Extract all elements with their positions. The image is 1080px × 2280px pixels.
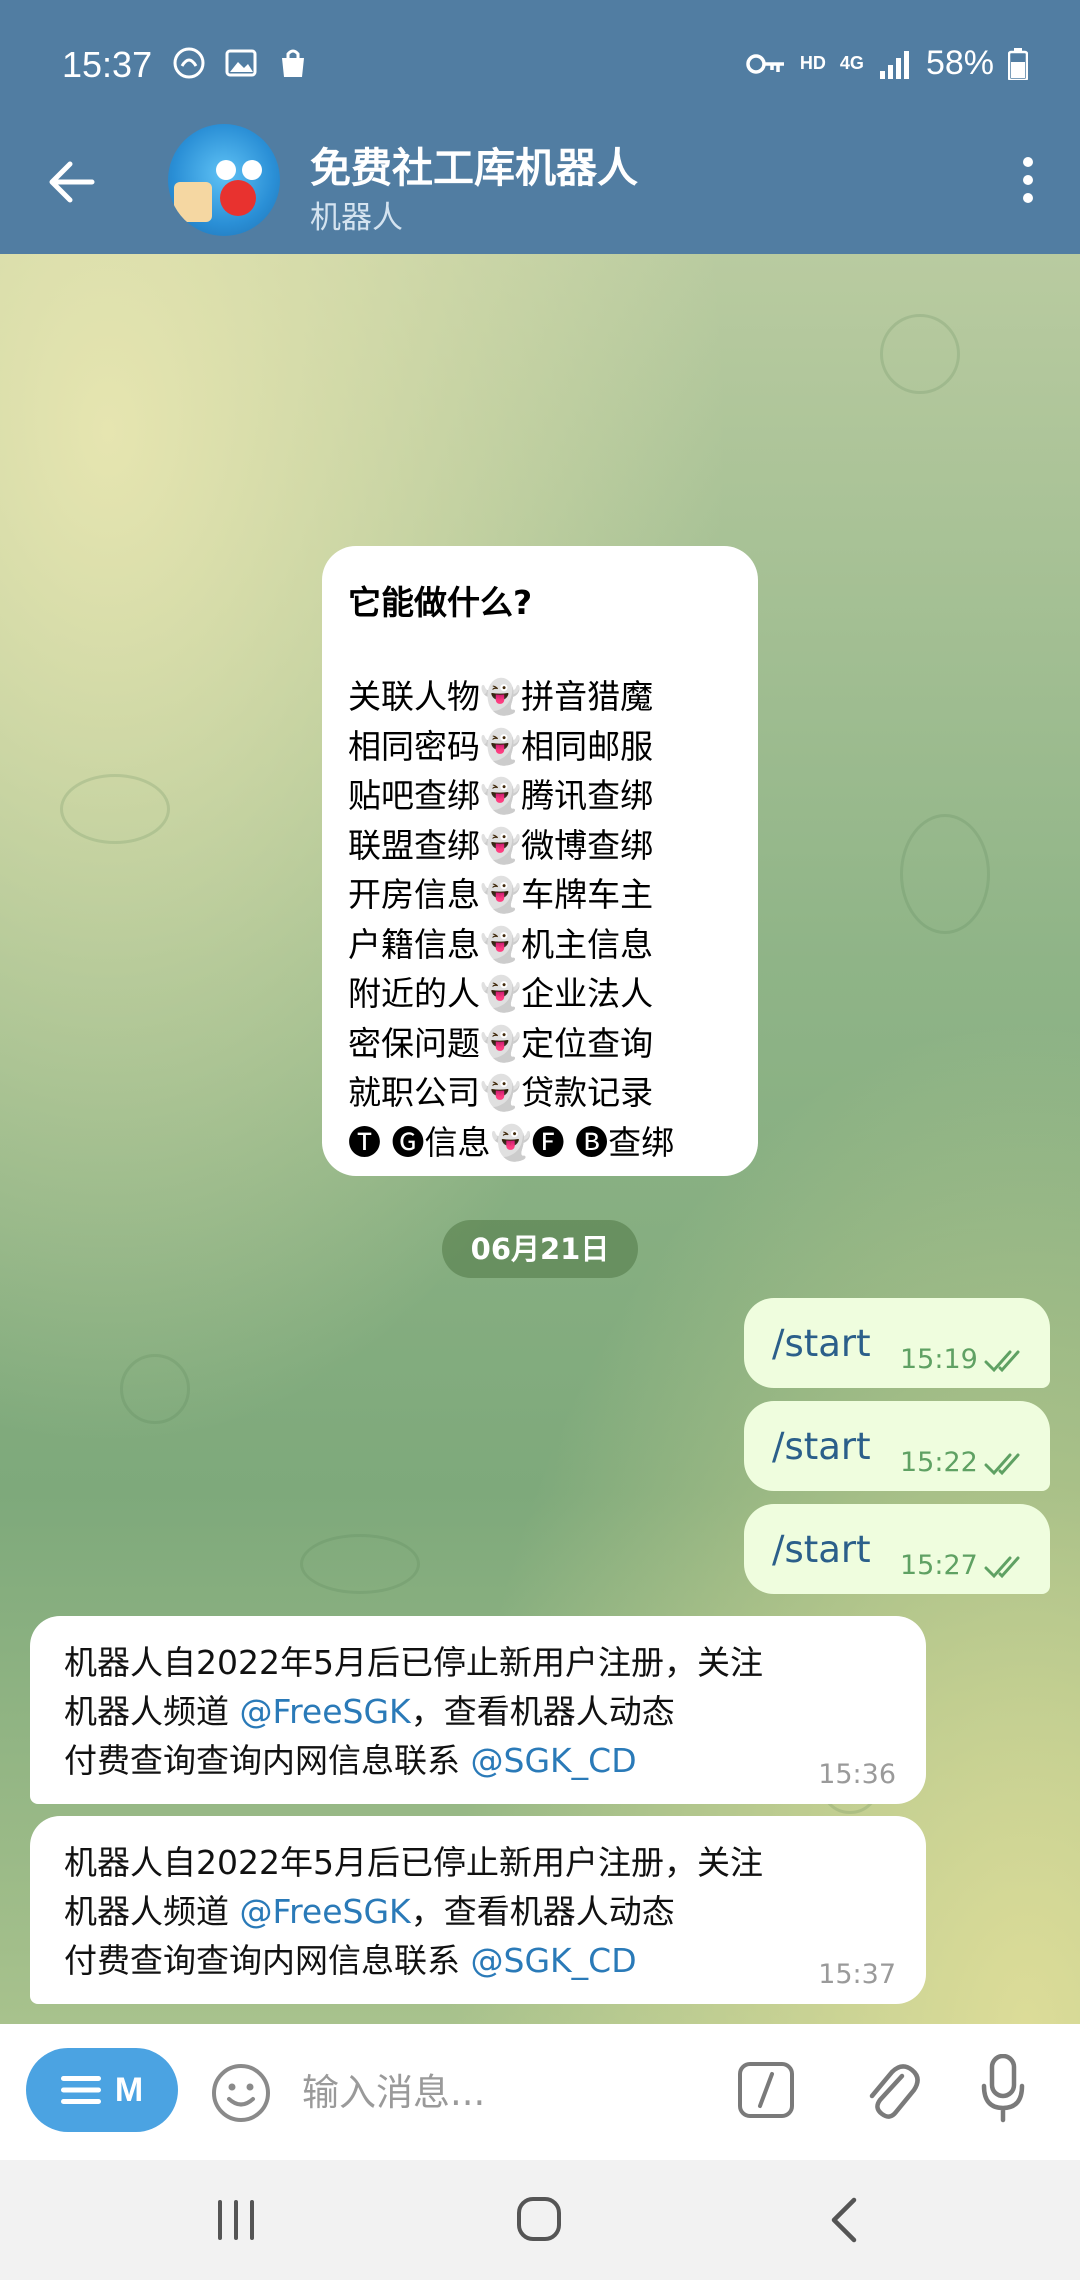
status-time: 15:37 — [62, 44, 153, 85]
message-time: 15:37 — [818, 1959, 896, 1990]
vpn-key-icon — [746, 53, 784, 74]
bot-menu-button[interactable]: M — [26, 2048, 178, 2132]
info-card-line: 贴吧查绑👻腾讯查绑 — [348, 776, 654, 815]
incoming-message[interactable]: 机器人自2022年5月后已停止新用户注册，关注 机器人频道 @FreeSGK，查… — [30, 1816, 926, 2004]
chat-title[interactable]: 免费社工库机器人 — [310, 134, 638, 194]
outgoing-message[interactable]: /start 15:19 — [744, 1298, 1050, 1388]
chat-header: 免费社工库机器人 机器人 — [0, 106, 1080, 254]
app-notification-icon — [173, 47, 205, 79]
home-icon[interactable] — [514, 2194, 564, 2244]
hd-label: HD — [799, 53, 826, 73]
channel-link[interactable]: @FreeSGK — [240, 1892, 411, 1931]
gallery-notification-icon — [225, 49, 257, 77]
message-time: 15:27 — [900, 1550, 978, 1581]
more-options-icon[interactable] — [1022, 156, 1034, 204]
message-time: 15:36 — [818, 1759, 896, 1790]
battery-percent: 58% — [925, 44, 994, 82]
network-label: 4G — [839, 53, 864, 73]
message-text: ，查看机器人动态 — [410, 1892, 675, 1931]
outgoing-message[interactable]: /start 15:27 — [744, 1504, 1050, 1594]
bot-info-card: 它能做什么? 关联人物👻拼音猎魔 相同密码👻相同邮服 贴吧查绑👻腾讯查绑 联盟查… — [322, 546, 758, 1176]
info-card-line: 🅣 🅖信息👻🅕 🅑查绑 — [348, 1122, 675, 1162]
message-line: 机器人频道 @FreeSGK，查看机器人动态 — [64, 1687, 892, 1736]
channel-link[interactable]: @FreeSGK — [240, 1692, 411, 1731]
wallpaper-doodle — [900, 814, 990, 934]
read-checkmarks-icon — [984, 1453, 1020, 1476]
message-text[interactable]: /start — [772, 1528, 871, 1571]
wallpaper-doodle — [300, 1534, 420, 1594]
battery-icon — [1008, 47, 1028, 80]
menu-label: M — [114, 2070, 144, 2109]
info-card-line: 附近的人👻企业法人 — [348, 974, 654, 1013]
bot-commands-icon[interactable] — [736, 2060, 796, 2120]
message-line: 付费查询查询内网信息联系 @SGK_CD — [64, 1736, 892, 1785]
system-navigation-bar — [0, 2160, 1080, 2280]
info-card-line: 相同密码👻相同邮服 — [348, 726, 654, 766]
info-card-line: 户籍信息👻机主信息 — [348, 924, 654, 964]
read-checkmarks-icon — [984, 1350, 1020, 1373]
info-card-line: 关联人物👻拼音猎魔 — [348, 677, 654, 716]
message-text[interactable]: /start — [772, 1425, 871, 1468]
message-time: 15:22 — [900, 1447, 978, 1478]
back-arrow-icon[interactable] — [42, 152, 102, 212]
message-text: 付费查询查询内网信息联系 — [64, 1741, 471, 1780]
signal-icon — [879, 50, 909, 79]
info-card-line: 就职公司👻贷款记录 — [348, 1073, 654, 1112]
bot-avatar[interactable] — [168, 124, 280, 236]
chat-subtitle: 机器人 — [310, 200, 403, 236]
emoji-icon[interactable] — [210, 2062, 272, 2124]
microphone-icon[interactable] — [980, 2054, 1026, 2124]
avatar-cake-shape — [174, 182, 212, 222]
avatar-eye-right — [242, 160, 262, 180]
menu-icon — [60, 2076, 101, 2104]
info-card-line: 开房信息👻车牌车主 — [348, 875, 654, 914]
avatar-nose — [220, 180, 256, 216]
chat-area[interactable]: 它能做什么? 关联人物👻拼音猎魔 相同密码👻相同邮服 贴吧查绑👻腾讯查绑 联盟查… — [0, 254, 1080, 2024]
contact-link[interactable]: @SGK_CD — [471, 1741, 637, 1780]
info-card-line: 联盟查绑👻微博查绑 — [348, 825, 654, 865]
date-separator: 06月21日 — [442, 1220, 638, 1278]
attach-icon[interactable] — [862, 2058, 922, 2124]
avatar-eye-left — [216, 160, 236, 180]
read-checkmarks-icon — [984, 1556, 1020, 1579]
message-line: 机器人自2022年5月后已停止新用户注册，关注 — [64, 1643, 763, 1682]
info-card-line: 密保问题👻定位查询 — [348, 1023, 654, 1063]
message-text: 机器人频道 — [64, 1892, 240, 1931]
notification-icons — [172, 46, 310, 80]
incoming-message[interactable]: 机器人自2022年5月后已停止新用户注册，关注 机器人频道 @FreeSGK，查… — [30, 1616, 926, 1804]
message-text: ，查看机器人动态 — [410, 1692, 675, 1731]
message-text[interactable]: /start — [772, 1322, 871, 1365]
message-text: 机器人频道 — [64, 1692, 240, 1731]
shopping-bag-icon — [282, 49, 304, 77]
message-text: 付费查询查询内网信息联系 — [64, 1941, 471, 1980]
message-line: 机器人频道 @FreeSGK，查看机器人动态 — [64, 1887, 892, 1936]
outgoing-message[interactable]: /start 15:22 — [744, 1401, 1050, 1491]
nav-back-icon[interactable] — [826, 2196, 862, 2244]
message-input[interactable] — [302, 2060, 702, 2124]
recent-apps-icon[interactable] — [214, 2198, 258, 2242]
wallpaper-doodle — [120, 1354, 190, 1424]
message-time: 15:19 — [900, 1344, 978, 1375]
info-card-title: 它能做什么? — [348, 583, 533, 622]
status-right: HD 4G 58% — [746, 44, 1028, 83]
wallpaper-doodle — [880, 314, 960, 394]
message-composer: M — [0, 2024, 1080, 2160]
contact-link[interactable]: @SGK_CD — [471, 1941, 637, 1980]
wallpaper-doodle — [60, 774, 170, 844]
message-line: 付费查询查询内网信息联系 @SGK_CD — [64, 1936, 892, 1985]
message-line: 机器人自2022年5月后已停止新用户注册，关注 — [64, 1843, 763, 1882]
